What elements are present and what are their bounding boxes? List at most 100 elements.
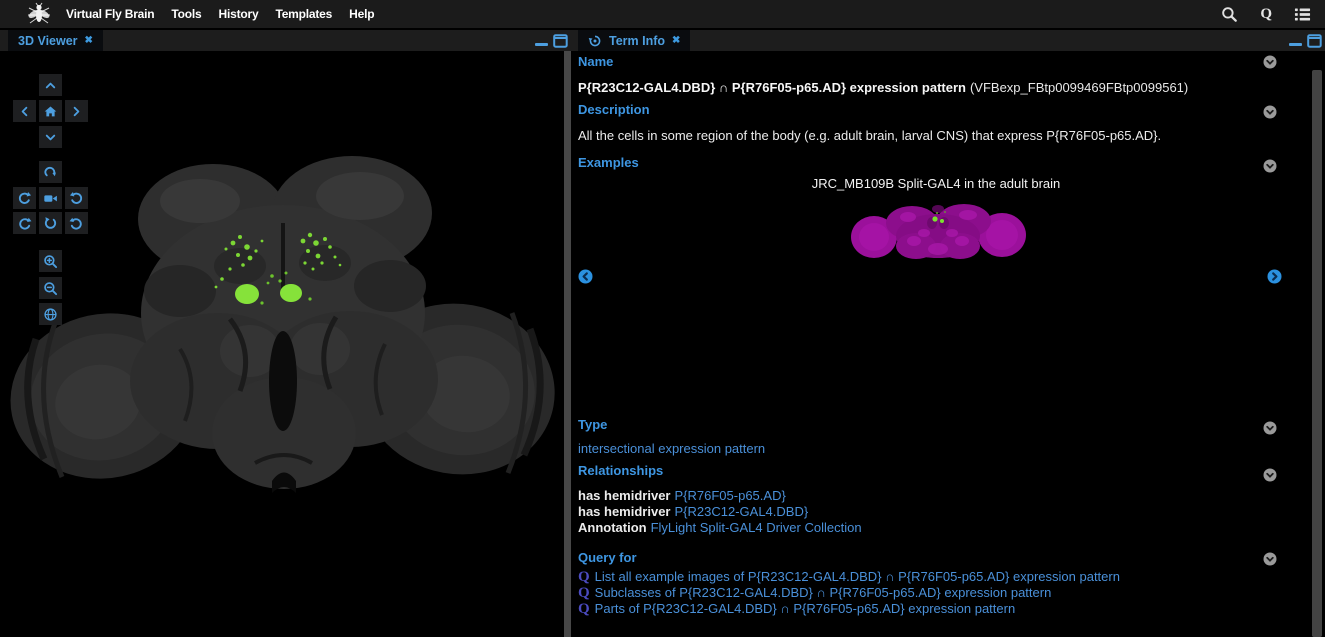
example-prev-button[interactable]: [578, 269, 593, 284]
example-image-caption: JRC_MB109B Split-GAL4 in the adult brain: [611, 176, 1261, 191]
relationship-object-link[interactable]: FlyLight Split-GAL4 Driver Collection: [651, 520, 862, 535]
rotate-ccw-icon: [17, 191, 32, 206]
home-icon: [43, 104, 58, 119]
collapse-description-button[interactable]: [1263, 105, 1277, 119]
menubar: Virtual Fly Brain Tools History Template…: [0, 0, 1325, 28]
query-q-icon: Q: [578, 586, 590, 600]
chevron-down-icon: [43, 130, 58, 145]
rotate-right-button[interactable]: [65, 187, 88, 209]
term-minimize-button[interactable]: [1289, 43, 1302, 46]
results-list-icon[interactable]: [1294, 6, 1311, 23]
viewer-tab-close-icon[interactable]: ✖: [85, 36, 93, 46]
roll-right-button[interactable]: [65, 212, 88, 234]
query-q-icon: Q: [578, 602, 590, 616]
term-name-id: (VFBexp_FBtp0099469FBtp0099561): [970, 80, 1188, 95]
roll-ccw-icon: [17, 216, 32, 231]
viewer-window-controls: [535, 30, 568, 51]
home-view-button[interactable]: [39, 100, 62, 122]
section-heading-type: Type: [578, 417, 607, 432]
vfb-app: Virtual Fly Brain Tools History Template…: [0, 0, 1325, 637]
term-tab-close-icon[interactable]: ✖: [672, 36, 680, 46]
term-type-link[interactable]: intersectional expression pattern: [578, 441, 765, 456]
brain-3d-render[interactable]: [0, 51, 571, 637]
rotate-up-icon: [43, 165, 58, 180]
viewer-tab-label: 3D Viewer: [18, 34, 78, 48]
example-next-button[interactable]: [1267, 269, 1282, 284]
viewer-panel: 3D Viewer ✖: [0, 30, 571, 637]
roll-left-button[interactable]: [13, 212, 36, 234]
collapse-relationships-button[interactable]: [1263, 468, 1277, 482]
menubar-actions: Q: [1221, 0, 1311, 28]
search-icon[interactable]: [1221, 6, 1238, 23]
viewer-scrollbar[interactable]: [564, 51, 571, 637]
tab-3d-viewer[interactable]: 3D Viewer ✖: [8, 30, 103, 51]
video-camera-icon: [43, 191, 58, 206]
globe-icon: [43, 307, 58, 322]
pan-right-button[interactable]: [65, 100, 88, 122]
relationship-object-link[interactable]: P{R76F05-p65.AD}: [675, 488, 786, 503]
zoom-in-button[interactable]: [39, 250, 62, 272]
term-tab-label: Term Info: [609, 34, 665, 48]
chevron-right-icon: [69, 104, 84, 119]
chevron-up-icon: [43, 78, 58, 93]
term-name-label: P{R23C12-GAL4.DBD} ∩ P{R76F05-p65.AD} ex…: [578, 80, 966, 95]
roll-cw-icon: [69, 216, 84, 231]
term-description-text: All the cells in some region of the body…: [578, 128, 1161, 143]
rotate-reset-button[interactable]: [39, 212, 62, 234]
pan-down-button[interactable]: [39, 126, 62, 148]
term-window-controls: [1289, 30, 1322, 51]
query-link[interactable]: Parts of P{R23C12-GAL4.DBD} ∩ P{R76F05-p…: [595, 601, 1016, 616]
query-row: Q Parts of P{R23C12-GAL4.DBD} ∩ P{R76F05…: [578, 601, 1015, 616]
wireframe-globe-button[interactable]: [39, 303, 62, 325]
zoom-in-icon: [43, 254, 58, 269]
rotate-up-button[interactable]: [39, 161, 62, 183]
section-heading-name: Name: [578, 54, 613, 69]
term-maximize-button[interactable]: [1307, 34, 1322, 48]
query-link[interactable]: List all example images of P{R23C12-GAL4…: [595, 569, 1120, 584]
tab-term-info[interactable]: Term Info ✖: [578, 30, 690, 51]
collapse-examples-button[interactable]: [1263, 159, 1277, 173]
history-refresh-icon: [588, 34, 602, 48]
section-heading-query-for: Query for: [578, 550, 637, 565]
section-heading-description: Description: [578, 102, 650, 117]
query-link[interactable]: Subclasses of P{R23C12-GAL4.DBD} ∩ P{R76…: [595, 585, 1052, 600]
collapse-name-button[interactable]: [1263, 55, 1277, 69]
menu-item-virtual-fly-brain[interactable]: Virtual Fly Brain: [66, 7, 154, 21]
term-panel-header: Term Info ✖: [571, 30, 1325, 51]
rotate-cw-icon: [69, 191, 84, 206]
chevron-left-icon: [17, 104, 32, 119]
menu-item-history[interactable]: History: [219, 7, 259, 21]
query-row: Q List all example images of P{R23C12-GA…: [578, 569, 1120, 584]
query-q-icon: Q: [578, 570, 590, 584]
relationship-object-link[interactable]: P{R23C12-GAL4.DBD}: [675, 504, 809, 519]
viewer-canvas[interactable]: [0, 51, 571, 637]
vfb-fly-logo-icon[interactable]: [26, 2, 52, 26]
menu-item-help[interactable]: Help: [349, 7, 374, 21]
zoom-out-button[interactable]: [39, 277, 62, 299]
pan-left-button[interactable]: [13, 100, 36, 122]
viewer-panel-header: 3D Viewer ✖: [0, 30, 571, 51]
relationship-row: Annotation FlyLight Split-GAL4 Driver Col…: [578, 519, 862, 537]
relationship-predicate: Annotation: [578, 520, 647, 535]
relationship-predicate: has hemidriver: [578, 488, 671, 503]
pan-up-button[interactable]: [39, 74, 62, 96]
example-brain-image[interactable]: [848, 193, 1028, 263]
query-row: Q Subclasses of P{R23C12-GAL4.DBD} ∩ P{R…: [578, 585, 1051, 600]
section-heading-examples: Examples: [578, 155, 639, 170]
zoom-out-icon: [43, 281, 58, 296]
term-name-value: P{R23C12-GAL4.DBD} ∩ P{R76F05-p65.AD} ex…: [578, 80, 1188, 95]
term-info-scrollbar[interactable]: [1312, 70, 1322, 637]
relationship-predicate: has hemidriver: [578, 504, 671, 519]
viewer-minimize-button[interactable]: [535, 43, 548, 46]
query-builder-icon[interactable]: Q: [1260, 6, 1272, 23]
viewer-maximize-button[interactable]: [553, 34, 568, 48]
term-info-panel: Term Info ✖ Name P{R23C12-GAL4.DBD} ∩ P{…: [571, 30, 1325, 637]
camera-button[interactable]: [39, 187, 62, 209]
collapse-query-for-button[interactable]: [1263, 552, 1277, 566]
collapse-type-button[interactable]: [1263, 421, 1277, 435]
menu-item-tools[interactable]: Tools: [171, 7, 201, 21]
rotate-left-button[interactable]: [13, 187, 36, 209]
main-menu: Virtual Fly Brain Tools History Template…: [66, 7, 374, 21]
menu-item-templates[interactable]: Templates: [275, 7, 332, 21]
undo-rotate-icon: [43, 216, 58, 231]
